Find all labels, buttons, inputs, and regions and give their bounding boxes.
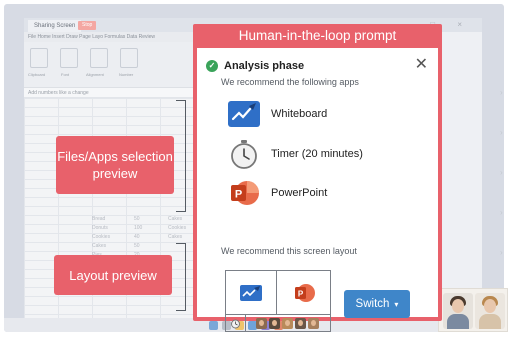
- cell[interactable]: Donuts: [92, 225, 108, 231]
- layout-slot-timer: [226, 315, 246, 331]
- chevron-right-icon[interactable]: ›: [500, 88, 503, 97]
- font-icon[interactable]: [60, 48, 78, 68]
- app-label: PowerPoint: [271, 187, 328, 199]
- app-item-powerpoint[interactable]: P PowerPoint: [227, 179, 327, 207]
- app-label: Timer (20 minutes): [271, 148, 363, 160]
- check-icon: ✓: [206, 60, 218, 72]
- phase-header: ✓ Analysis phase: [206, 60, 304, 72]
- cell[interactable]: 40: [134, 234, 140, 240]
- bracket-tick: [176, 243, 181, 244]
- chevron-right-icon[interactable]: ›: [500, 128, 503, 137]
- layout-bracket: [180, 243, 186, 311]
- participant-thumbnail: [282, 317, 293, 329]
- powerpoint-icon: P: [294, 283, 315, 302]
- chevron-down-icon: ▾: [394, 299, 399, 309]
- layout-intro-text: We recommend this screen layout: [221, 246, 357, 256]
- whiteboard-icon: [240, 284, 262, 301]
- cell[interactable]: Cookies: [92, 234, 110, 240]
- layout-slot-whiteboard: [226, 271, 277, 315]
- cell[interactable]: Bread: [92, 216, 105, 222]
- layout-preview[interactable]: P: [225, 270, 331, 332]
- excel-ribbon: Clipboard Font Alignment Number: [24, 42, 196, 88]
- participant-thumbnail: [295, 317, 306, 329]
- chevron-right-icon[interactable]: ›: [500, 168, 503, 177]
- number-icon[interactable]: [120, 48, 138, 68]
- svg-text:P: P: [297, 289, 303, 298]
- app-label: Whiteboard: [271, 108, 328, 120]
- svg-text:P: P: [235, 189, 242, 201]
- chevron-right-icon[interactable]: ›: [500, 208, 503, 217]
- alignment-icon[interactable]: [90, 48, 108, 68]
- video-participants: [438, 288, 508, 332]
- clipboard-icon[interactable]: [30, 48, 48, 68]
- participant-video[interactable]: [443, 293, 473, 329]
- participant-thumbnail: [308, 317, 319, 329]
- sharing-tab: Sharing Screen: [28, 20, 82, 32]
- cell[interactable]: Cookies: [168, 225, 186, 231]
- switch-button[interactable]: Switch ▾: [344, 290, 410, 318]
- app-item-timer[interactable]: Timer (20 minutes): [227, 140, 363, 169]
- formula-bar[interactable]: Add numbers like a change: [24, 88, 196, 98]
- cell[interactable]: 50: [134, 216, 140, 222]
- excel-menu-bar[interactable]: File Home Insert Draw Page Layo Formulas…: [24, 32, 196, 42]
- ribbon-label: Alignment: [86, 72, 104, 77]
- bracket-tick: [176, 100, 181, 101]
- right-pane: › › › › ›: [464, 58, 504, 308]
- cell[interactable]: Cakes: [92, 243, 106, 249]
- ribbon-label: Font: [61, 72, 70, 77]
- participant-thumbnail: [256, 317, 267, 329]
- human-in-the-loop-prompt: Human-in-the-loop prompt ✓ Analysis phas…: [193, 24, 442, 332]
- whiteboard-icon: [227, 100, 261, 128]
- cell[interactable]: 50: [134, 243, 140, 249]
- layout-callout: Layout preview: [54, 255, 172, 295]
- bracket-tick: [176, 211, 181, 212]
- chevron-right-icon[interactable]: ›: [500, 248, 503, 257]
- apps-intro-text: We recommend the following apps: [221, 77, 359, 87]
- start-icon[interactable]: [209, 321, 218, 330]
- prompt-card: ✓ Analysis phase ✕ We recommend the foll…: [197, 48, 438, 332]
- timer-icon: [231, 319, 240, 328]
- stop-sharing-button[interactable]: Stop: [78, 21, 97, 30]
- app-item-whiteboard[interactable]: Whiteboard: [227, 100, 327, 128]
- powerpoint-icon: P: [227, 179, 261, 207]
- timer-icon: [227, 140, 261, 169]
- bracket-tick: [176, 310, 181, 311]
- files-apps-callout: Files/Apps selection preview: [56, 136, 174, 194]
- ribbon-label: Clipboard: [28, 72, 46, 77]
- close-icon[interactable]: ✕: [415, 54, 428, 74]
- switch-label: Switch: [355, 298, 390, 310]
- participant-video[interactable]: [475, 293, 505, 329]
- layout-slot-participants: [246, 315, 330, 331]
- phase-title: Analysis phase: [224, 60, 305, 72]
- participant-thumbnail: [269, 317, 280, 329]
- cell[interactable]: 100: [134, 225, 142, 231]
- cell[interactable]: Cakes: [168, 234, 182, 240]
- cell[interactable]: Cakes: [168, 216, 182, 222]
- ribbon-label: Number: [119, 72, 134, 77]
- files-bracket: [180, 100, 186, 212]
- layout-slot-powerpoint: P: [277, 271, 330, 315]
- prompt-title: Human-in-the-loop prompt: [238, 28, 397, 43]
